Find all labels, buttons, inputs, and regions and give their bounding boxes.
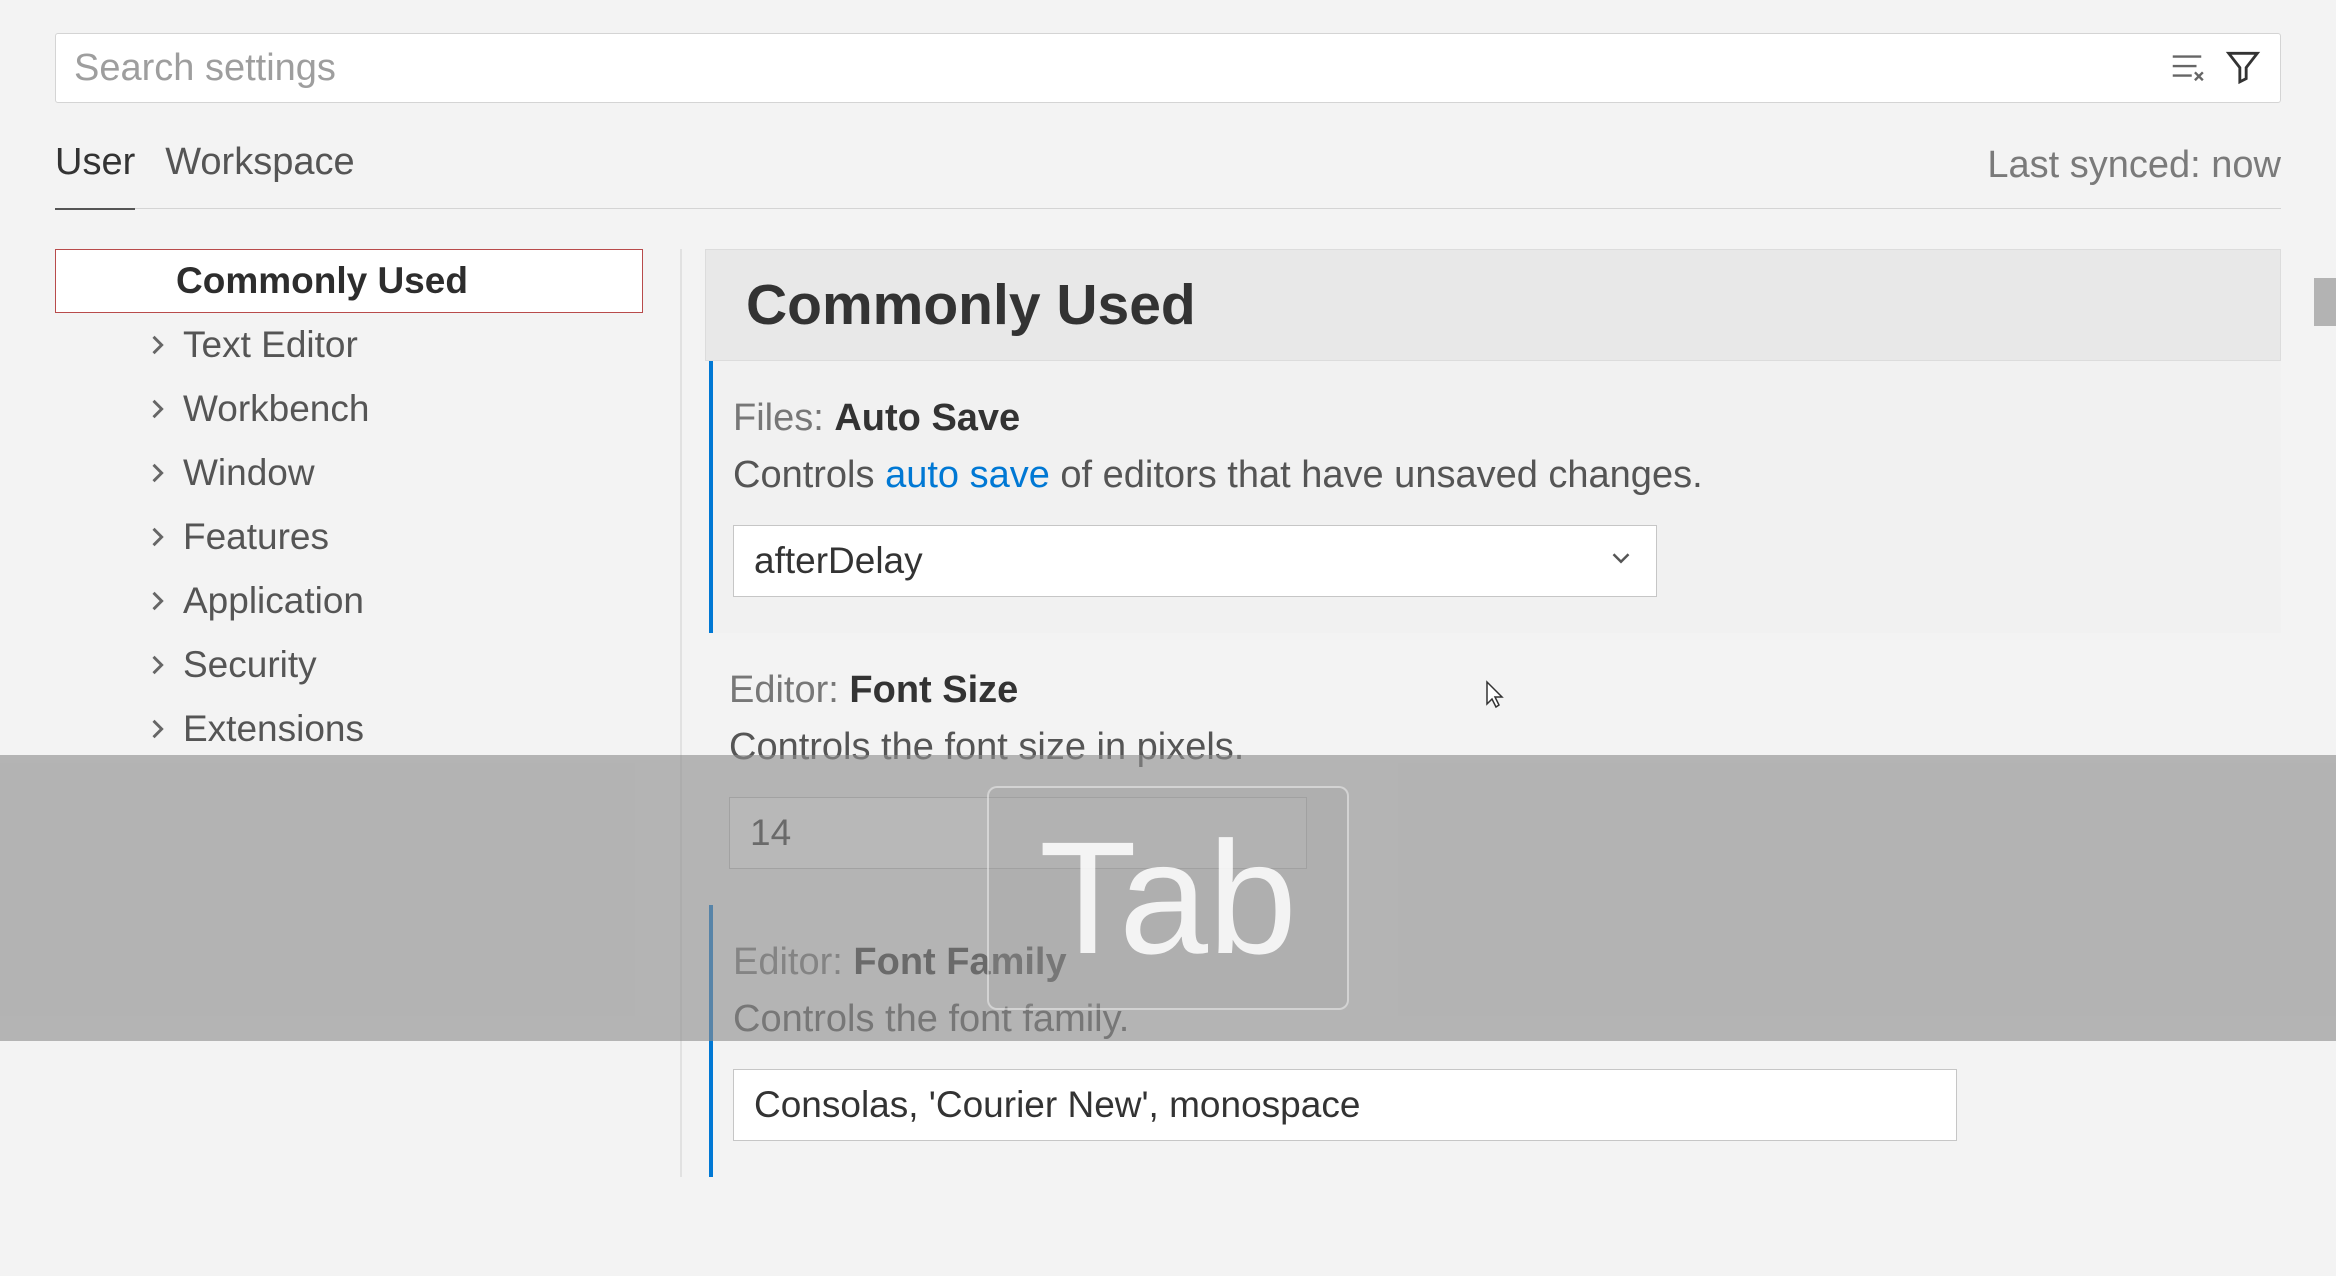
sidebar-item-application[interactable]: Application — [55, 569, 643, 633]
sidebar-item-label: Extensions — [183, 708, 364, 750]
search-input[interactable] — [74, 47, 2168, 90]
scrollbar-thumb[interactable] — [2314, 278, 2336, 326]
setting-name: Auto Save — [834, 397, 1020, 439]
setting-title: Editor: Font Size — [729, 669, 2281, 712]
chevron-right-icon — [143, 395, 171, 423]
chevron-right-icon — [143, 715, 171, 743]
sidebar-item-label: Window — [183, 452, 315, 494]
setting-files-auto-save: Files: Auto Save Controls auto save of e… — [709, 361, 2281, 633]
tabs-row: User Workspace Last synced: now — [55, 135, 2281, 209]
setting-title: Files: Auto Save — [733, 397, 2281, 440]
setting-scope: Editor: — [733, 941, 853, 983]
search-bar[interactable] — [55, 33, 2281, 103]
sidebar-item-label: Security — [183, 644, 317, 686]
tab-user[interactable]: User — [55, 135, 135, 210]
select-value: afterDelay — [754, 540, 923, 582]
sidebar-item-text-editor[interactable]: Text Editor — [55, 313, 643, 377]
setting-name: Font Family — [853, 941, 1066, 983]
input-value: 14 — [750, 812, 791, 854]
content-section-header: Commonly Used — [705, 249, 2281, 361]
sidebar-item-features[interactable]: Features — [55, 505, 643, 569]
sidebar-item-commonly-used[interactable]: Commonly Used — [55, 249, 643, 313]
sidebar-item-label: Commonly Used — [176, 260, 468, 302]
sidebar-item-workbench[interactable]: Workbench — [55, 377, 643, 441]
setting-description: Controls the font family. — [733, 998, 2281, 1041]
auto-save-select[interactable]: afterDelay — [733, 525, 1657, 597]
chevron-right-icon — [143, 651, 171, 679]
chevron-right-icon — [143, 459, 171, 487]
font-size-input[interactable]: 14 — [729, 797, 1307, 869]
cursor-icon — [1483, 680, 1505, 710]
settings-content: Commonly Used Files: Auto Save Controls … — [643, 249, 2281, 1177]
setting-scope: Files: — [733, 397, 834, 439]
sidebar-item-label: Workbench — [183, 388, 369, 430]
sidebar-item-window[interactable]: Window — [55, 441, 643, 505]
chevron-right-icon — [143, 587, 171, 615]
settings-sidebar: Commonly Used Text Editor Workbench Wind… — [55, 249, 643, 1177]
sidebar-item-extensions[interactable]: Extensions — [55, 697, 643, 761]
font-family-input[interactable]: Consolas, 'Courier New', monospace — [733, 1069, 1957, 1141]
sync-status: Last synced: now — [1987, 144, 2281, 199]
auto-save-link[interactable]: auto save — [885, 454, 1050, 496]
chevron-right-icon — [143, 331, 171, 359]
setting-editor-font-size: Editor: Font Size Controls the font size… — [705, 633, 2281, 905]
setting-description: Controls the font size in pixels. — [729, 726, 2281, 769]
setting-title: Editor: Font Family — [733, 941, 2281, 984]
filter-icon[interactable] — [2224, 47, 2262, 90]
tab-workspace[interactable]: Workspace — [165, 135, 354, 196]
chevron-down-icon — [1606, 540, 1636, 582]
clear-filter-icon[interactable] — [2168, 47, 2206, 90]
sidebar-item-security[interactable]: Security — [55, 633, 643, 697]
setting-name: Font Size — [849, 669, 1018, 711]
input-value: Consolas, 'Courier New', monospace — [754, 1084, 1360, 1126]
sidebar-item-label: Features — [183, 516, 329, 558]
setting-description: Controls auto save of editors that have … — [733, 454, 2281, 497]
sidebar-item-label: Text Editor — [183, 324, 358, 366]
setting-scope: Editor: — [729, 669, 849, 711]
setting-editor-font-family: Editor: Font Family Controls the font fa… — [709, 905, 2281, 1177]
sidebar-item-label: Application — [183, 580, 364, 622]
chevron-right-icon — [143, 523, 171, 551]
